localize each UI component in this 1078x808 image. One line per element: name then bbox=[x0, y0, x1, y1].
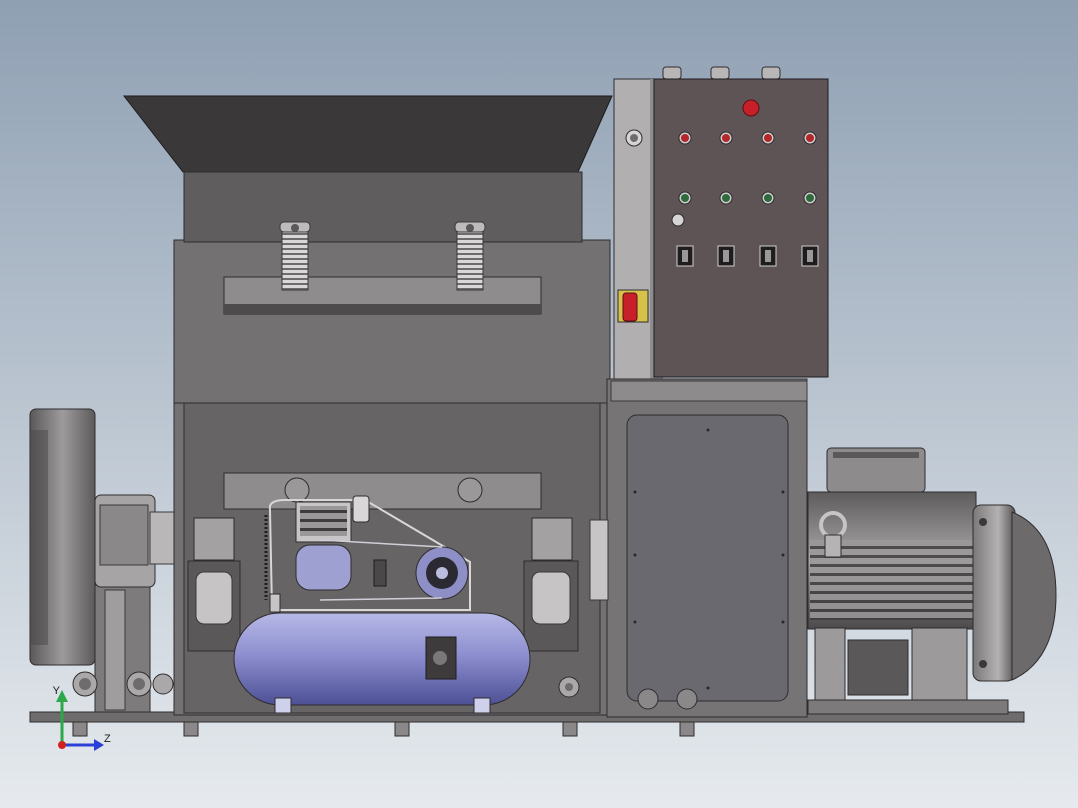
emergency-stop-button bbox=[742, 99, 760, 117]
green-indicator-lamp bbox=[806, 194, 814, 202]
x-axis-dot bbox=[58, 741, 66, 749]
key-selector-switch bbox=[671, 213, 685, 227]
z-axis-label: Z bbox=[104, 733, 111, 745]
machine-drawing: Y Z bbox=[0, 0, 1078, 808]
flywheel-pulley bbox=[29, 408, 96, 666]
green-indicator-lamp bbox=[681, 194, 689, 202]
panel-door bbox=[653, 78, 829, 378]
red-indicator-lamp bbox=[722, 134, 730, 142]
feed-hopper bbox=[122, 95, 613, 243]
drive-cabinet bbox=[589, 378, 808, 718]
red-indicator-lamp bbox=[764, 134, 772, 142]
rocker-switch-lever bbox=[765, 250, 771, 262]
rocker-switch-lever bbox=[682, 250, 688, 262]
y-axis-label: Y bbox=[53, 685, 61, 697]
main-isolator-switch bbox=[622, 292, 638, 322]
red-indicator-lamp bbox=[681, 134, 689, 142]
rocker-switch-lever bbox=[807, 250, 813, 262]
green-indicator-lamp bbox=[722, 194, 730, 202]
rocker-switch-lever bbox=[723, 250, 729, 262]
air-receiver-tank bbox=[233, 612, 531, 714]
green-indicator-lamp bbox=[764, 194, 772, 202]
red-indicator-lamp bbox=[806, 134, 814, 142]
control-panel bbox=[613, 66, 829, 380]
cad-viewport[interactable]: Y Z bbox=[0, 0, 1078, 808]
